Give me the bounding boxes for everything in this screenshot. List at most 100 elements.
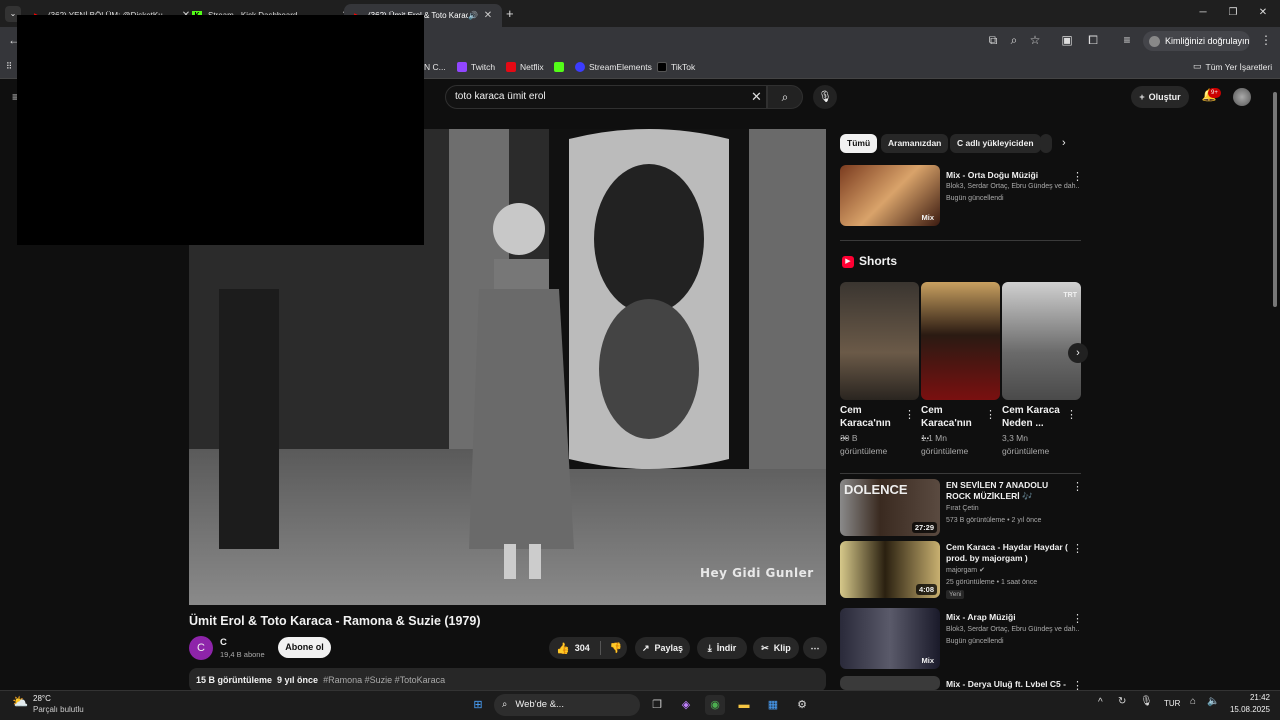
bookmark-kick[interactable] [554, 54, 564, 79]
shorts-next-arrow-icon[interactable]: › [1068, 343, 1088, 363]
weather-temp[interactable]: 28°C [33, 694, 51, 703]
more-options-icon[interactable]: ⋮ [1066, 408, 1077, 421]
copilot-icon[interactable]: ◈ [676, 695, 696, 715]
tab-close-icon[interactable]: ✕ [482, 10, 494, 21]
upload-age: 9 yıl önce [277, 675, 319, 685]
weather-condition: Parçalı bulutlu [33, 705, 84, 714]
start-windows-icon[interactable]: ⊞ [468, 695, 488, 715]
channel-avatar[interactable]: C [189, 636, 213, 660]
more-options-icon[interactable]: ⋮ [904, 408, 915, 421]
apps-grid-icon[interactable]: ⠿ [6, 54, 12, 79]
more-options-icon[interactable]: ⋮ [985, 408, 996, 421]
clock-time[interactable]: 21:42 [1246, 693, 1270, 702]
volume-icon[interactable]: 🔈 [1207, 696, 1219, 707]
more-options-icon[interactable]: ⋮ [1072, 542, 1083, 555]
short-thumbnail-2[interactable] [921, 282, 1000, 400]
rec-thumbnail-2[interactable]: 4:08 [840, 541, 940, 598]
rec-channel-3: Blok3, Serdar Ortaç, Ebru Gündeş ve dah.… [946, 626, 1079, 633]
voice-search-button[interactable]: 🎙 [813, 85, 837, 109]
rec-title-3[interactable]: Mix - Arap Müziği [946, 612, 1071, 623]
bookmark-netflix[interactable]: Netflix [506, 54, 544, 79]
clock-date[interactable]: 15.08.2025 [1226, 705, 1270, 714]
extension-icon[interactable]: ▣ [1056, 27, 1078, 54]
clear-search-icon[interactable]: ✕ [751, 86, 762, 108]
minimize-icon[interactable]: ─ [1191, 4, 1215, 22]
clip-button[interactable]: ✂ Klip [753, 637, 799, 659]
all-bookmarks[interactable]: ▭ Tüm Yer İşaretleri [1193, 54, 1272, 79]
bookmark-item[interactable]: N C... [424, 54, 446, 79]
settings-gear-icon[interactable]: ⚙ [792, 695, 812, 715]
rec-channel-2[interactable]: majorgam ✔ [946, 565, 1079, 577]
close-window-icon[interactable]: ✕ [1251, 4, 1275, 22]
more-dots-icon: ⋯ [810, 642, 820, 653]
share-button[interactable]: ↗ Paylaş [635, 637, 690, 659]
thumbs-up-icon[interactable]: 👍 [556, 642, 570, 655]
subscribe-button[interactable]: Abone ol [278, 637, 331, 658]
bookmark-tiktok[interactable]: TikTok [657, 54, 695, 79]
search-query: toto karaca ümit erol [455, 91, 546, 102]
mix-updated: Bugün güncellendi [946, 195, 1004, 202]
microsoft-store-icon[interactable]: ▦ [763, 695, 783, 715]
show-hidden-icons-icon[interactable]: ^ [1098, 697, 1103, 708]
redacted-area [17, 15, 424, 245]
zoom-icon[interactable]: ⌕ [1003, 27, 1025, 54]
weather-icon[interactable]: ⛅ [12, 694, 28, 710]
rec-thumbnail-1[interactable]: DOLENCE 27:29 [840, 479, 940, 536]
like-count[interactable]: 304 [575, 643, 590, 653]
media-control-icon[interactable]: ≡ [1116, 27, 1138, 54]
short-views-unit-1: görüntüleme [840, 446, 888, 456]
audio-playing-icon[interactable]: 🔊 [468, 11, 478, 20]
taskbar-search[interactable]: ⌕ Web'de &... [494, 694, 640, 716]
download-label: İndir [716, 643, 737, 653]
account-avatar[interactable] [1233, 88, 1251, 106]
input-language[interactable]: TUR [1164, 699, 1180, 708]
chip-from-search[interactable]: Aramanızdan [881, 134, 949, 153]
bookmark-twitch[interactable]: Twitch [457, 54, 495, 79]
download-button[interactable]: ⤓ İndir [697, 637, 747, 659]
create-button[interactable]: + Oluştur [1131, 86, 1189, 108]
rec-title-1[interactable]: EN SEVİLEN 7 ANADOLU ROCK MÜZİKLERİ 🎶 [946, 480, 1071, 502]
maximize-icon[interactable]: ❐ [1221, 4, 1245, 22]
tray-app-icon[interactable]: ↻ [1118, 696, 1126, 707]
chip-all[interactable]: Tümü [840, 134, 878, 153]
bookmark-label: Netflix [520, 61, 544, 72]
install-app-icon[interactable]: ⧉ [982, 27, 1004, 54]
browser-menu-icon[interactable]: ⋮ [1255, 27, 1277, 54]
rec-thumbnail-4[interactable] [840, 676, 940, 690]
new-tab-icon[interactable]: + [506, 6, 518, 21]
rec-title-4[interactable]: Mix - Derya Uluğ ft. Lvbel C5 - [946, 679, 1076, 690]
task-view-icon[interactable]: ❐ [647, 695, 667, 715]
scissors-icon: ✂ [761, 642, 769, 653]
search-input[interactable]: toto karaca ümit erol ✕ [445, 85, 767, 109]
mix-orta-dogu-thumbnail[interactable]: Mix [840, 165, 940, 226]
short-thumbnail-1[interactable] [840, 282, 919, 400]
more-options-icon[interactable]: ⋮ [1072, 480, 1083, 493]
chrome-icon[interactable]: ◉ [705, 695, 725, 715]
network-icon[interactable]: ⌂ [1190, 696, 1196, 707]
short-title-3[interactable]: Cem Karaca Neden ... [1002, 404, 1062, 430]
bookmark-star-icon[interactable]: ☆ [1024, 27, 1046, 54]
thumbs-down-icon[interactable]: 👎 [610, 643, 622, 654]
more-actions-button[interactable]: ⋯ [803, 637, 827, 659]
chip-next-chevron-icon[interactable]: › [1062, 137, 1066, 149]
extensions-puzzle-icon[interactable]: ⧠ [1082, 27, 1104, 54]
rec-title-2[interactable]: Cem Karaca - Haydar Haydar ( prod. by ma… [946, 542, 1071, 564]
more-options-icon[interactable]: ⋮ [1072, 612, 1083, 625]
short-thumbnail-3[interactable]: TRT [1002, 282, 1081, 400]
mix-orta-dogu-title[interactable]: Mix - Orta Doğu Müziği [946, 170, 1071, 181]
duration-badge: 27:29 [911, 522, 937, 533]
chip-from-uploader[interactable]: C adlı yükleyiciden [950, 134, 1041, 153]
chip-more[interactable] [1040, 134, 1052, 153]
rec-channel-1[interactable]: Fırat Çetin [946, 503, 1079, 515]
more-options-icon[interactable]: ⋮ [1072, 170, 1083, 183]
hashtags[interactable]: #Ramona #Suzie #TotoKaraca [323, 675, 445, 685]
file-explorer-icon[interactable]: ▬ [734, 695, 754, 715]
rec-thumbnail-3[interactable]: Mix [840, 608, 940, 669]
bookmark-streamelements[interactable]: StreamElements [575, 54, 652, 79]
description-box[interactable]: 15 B görüntüleme 9 yıl önce #Ramona #Suz… [189, 668, 826, 692]
scrollbar-thumb[interactable] [1273, 92, 1277, 307]
verify-identity-button[interactable]: Kimliğinizi doğrulayın [1143, 31, 1250, 51]
microphone-tray-icon[interactable]: 🎙 [1140, 696, 1153, 707]
channel-name[interactable]: C [220, 637, 227, 648]
search-button[interactable]: ⌕ [767, 85, 803, 109]
